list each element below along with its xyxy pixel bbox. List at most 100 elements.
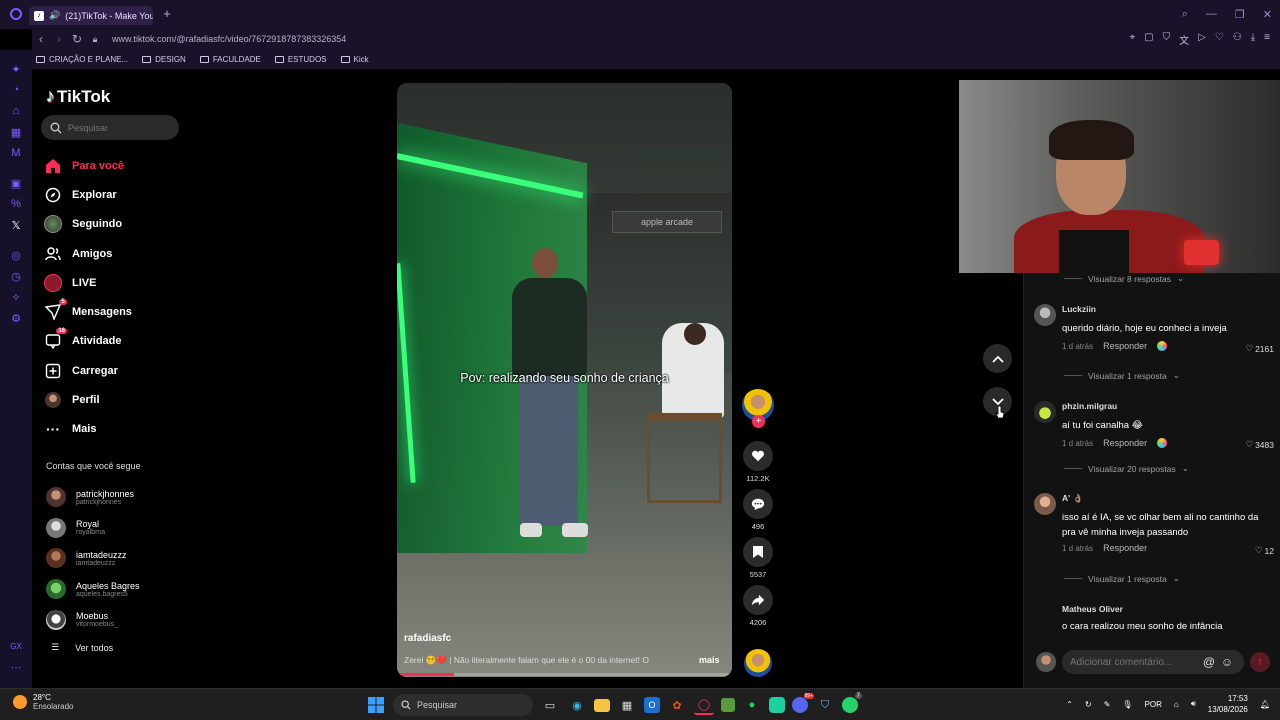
nav-mais[interactable]: ··· Mais: [44, 415, 132, 444]
app-icon[interactable]: [769, 697, 785, 713]
x-icon[interactable]: 𝕏: [8, 217, 24, 233]
search-tabs-icon[interactable]: ⌕: [1182, 8, 1188, 21]
network-icon[interactable]: ⌂: [1174, 700, 1179, 709]
see-all-button[interactable]: ☰ Ver todos: [51, 642, 113, 653]
sidebar-app-icon[interactable]: ▦: [8, 124, 24, 140]
taskbar-search[interactable]: Pesquisar: [393, 694, 533, 716]
menu-icon[interactable]: ≡: [1264, 32, 1270, 47]
sidebar-app-icon[interactable]: ◔: [8, 82, 24, 98]
more-link[interactable]: mais: [699, 655, 720, 665]
search-box[interactable]: [41, 115, 179, 140]
creator-avatar[interactable]: +: [742, 389, 774, 428]
vpn-icon[interactable]: ⛉: [815, 695, 835, 715]
figma-icon[interactable]: ✿: [667, 695, 687, 715]
reply-button[interactable]: Responder: [1103, 543, 1147, 553]
comment-icon[interactable]: [743, 489, 773, 519]
tray-chevron-icon[interactable]: ⌃: [1066, 700, 1073, 709]
avatar[interactable]: [1034, 604, 1056, 626]
following-account[interactable]: patrickjhonnes patrickjhonnes: [46, 482, 140, 513]
comment-like[interactable]: ♡ 2161: [1245, 343, 1274, 354]
settings-icon[interactable]: ⚙: [8, 310, 24, 326]
follow-plus-icon[interactable]: +: [752, 415, 765, 428]
volume-icon[interactable]: 🔊︎: [1191, 699, 1196, 709]
microphone-icon[interactable]: 🎙︎: [1122, 700, 1132, 709]
nav-explorar[interactable]: Explorar: [44, 180, 132, 209]
bookmark-folder[interactable]: CRIAÇÃO E PLANE...: [36, 55, 128, 64]
new-tab-button[interactable]: +: [160, 7, 174, 21]
nav-amigos[interactable]: Amigos: [44, 239, 132, 268]
search-input[interactable]: [68, 122, 168, 133]
view-replies-button[interactable]: Visualizar 20 respostas ⌄: [1064, 463, 1189, 474]
snapshot-icon[interactable]: ▢: [1144, 32, 1153, 47]
play-icon[interactable]: ▷: [1198, 32, 1206, 47]
share-action[interactable]: 4206: [742, 585, 774, 629]
sidebar-app-icon[interactable]: %: [8, 196, 24, 212]
store-icon[interactable]: ▦: [617, 695, 637, 715]
reload-button[interactable]: ↻: [68, 32, 86, 46]
language-indicator[interactable]: POR: [1145, 700, 1162, 709]
outlook-icon[interactable]: O: [644, 697, 660, 713]
view-replies-button[interactable]: Visualizar 1 resposta ⌄: [1064, 573, 1180, 584]
browser-tab[interactable]: ♪ 🔊 (21)TikTok - Make Your: [29, 6, 153, 25]
spotify-icon[interactable]: ●: [742, 695, 762, 715]
discord-icon[interactable]: 99+: [792, 693, 814, 713]
close-button[interactable]: ✕: [1263, 8, 1272, 21]
avatar[interactable]: [1034, 493, 1056, 515]
tray-app-icon[interactable]: ↻: [1085, 700, 1092, 709]
following-account[interactable]: Moebus vitormoebus_: [46, 604, 140, 635]
sidebar-app-icon[interactable]: GX: [8, 638, 24, 654]
edge-icon[interactable]: ◉: [567, 695, 587, 715]
back-button[interactable]: ‹: [32, 32, 50, 46]
bookmark-folder[interactable]: DESIGN: [142, 55, 186, 64]
bookmark-folder[interactable]: ESTUDOS: [274, 55, 327, 64]
sidebar-app-icon[interactable]: ✧: [8, 289, 24, 305]
account-icon[interactable]: ⚇: [1233, 32, 1242, 47]
more-icon[interactable]: ⋯: [8, 659, 24, 675]
following-account[interactable]: Aqueles Bagres aqueles.bagres5: [46, 574, 140, 605]
bookmark-icon[interactable]: [743, 537, 773, 567]
comment-input-box[interactable]: @ ☺: [1062, 650, 1244, 674]
nav-seguindo[interactable]: Seguindo: [44, 210, 132, 239]
emoji-icon[interactable]: ☺: [1220, 655, 1234, 669]
heart-icon[interactable]: ♡: [1215, 32, 1224, 47]
send-button[interactable]: ↑: [1250, 652, 1270, 672]
following-account[interactable]: iamtadeuzzz iamtadeuzzz: [46, 543, 140, 574]
avatar[interactable]: [1034, 401, 1056, 423]
comment-like[interactable]: ♡ 12: [1255, 545, 1274, 556]
reply-button[interactable]: Responder: [1103, 438, 1147, 448]
reply-button[interactable]: Responder: [1103, 341, 1147, 351]
nav-mensagens[interactable]: 5 Mensagens: [44, 297, 132, 326]
weather-widget[interactable]: 28°C Ensolarado: [13, 693, 73, 711]
whatsapp-icon[interactable]: 7: [842, 693, 862, 713]
maximize-button[interactable]: ❐: [1235, 8, 1245, 21]
download-icon[interactable]: ⤓: [1251, 32, 1255, 47]
heart-icon[interactable]: [743, 441, 773, 471]
tray-app-icon[interactable]: ✎: [1104, 700, 1111, 709]
comment-user[interactable]: Luckziin: [1062, 304, 1274, 314]
save-action[interactable]: 5537: [742, 537, 774, 581]
opera-logo-icon[interactable]: [10, 8, 22, 20]
windows-start-icon[interactable]: [366, 695, 386, 715]
tiktok-logo[interactable]: ♪ TikTok: [46, 86, 110, 107]
comment-like[interactable]: ♡ 3483: [1245, 439, 1274, 450]
minimize-button[interactable]: —: [1206, 8, 1217, 21]
sidebar-app-icon[interactable]: M: [8, 145, 24, 161]
previous-video-button[interactable]: [983, 344, 1012, 373]
comment-user[interactable]: A' 👌🏽: [1062, 493, 1274, 504]
avatar[interactable]: [1034, 304, 1056, 326]
forward-button[interactable]: ›: [50, 32, 68, 46]
file-explorer-icon[interactable]: [594, 698, 610, 712]
twitch-icon[interactable]: ▣: [8, 175, 24, 191]
speaker-icon[interactable]: 🔊: [49, 10, 60, 21]
nav-perfil[interactable]: Perfil: [44, 385, 132, 414]
share-icon[interactable]: [743, 585, 773, 615]
video-progress-bar[interactable]: [397, 673, 732, 676]
comment-user[interactable]: phzin.milgrau: [1062, 401, 1274, 411]
sidebar-app-icon[interactable]: ◷: [8, 268, 24, 284]
minecraft-icon[interactable]: [721, 698, 735, 712]
comment-input[interactable]: [1070, 656, 1198, 668]
video-username[interactable]: rafadiasfc: [404, 633, 451, 644]
opera-gx-icon[interactable]: ◯: [694, 695, 714, 715]
url-field[interactable]: www.tiktok.com/@rafadiasfc/video/7672918…: [112, 34, 346, 44]
nav-carregar[interactable]: Carregar: [44, 356, 132, 385]
